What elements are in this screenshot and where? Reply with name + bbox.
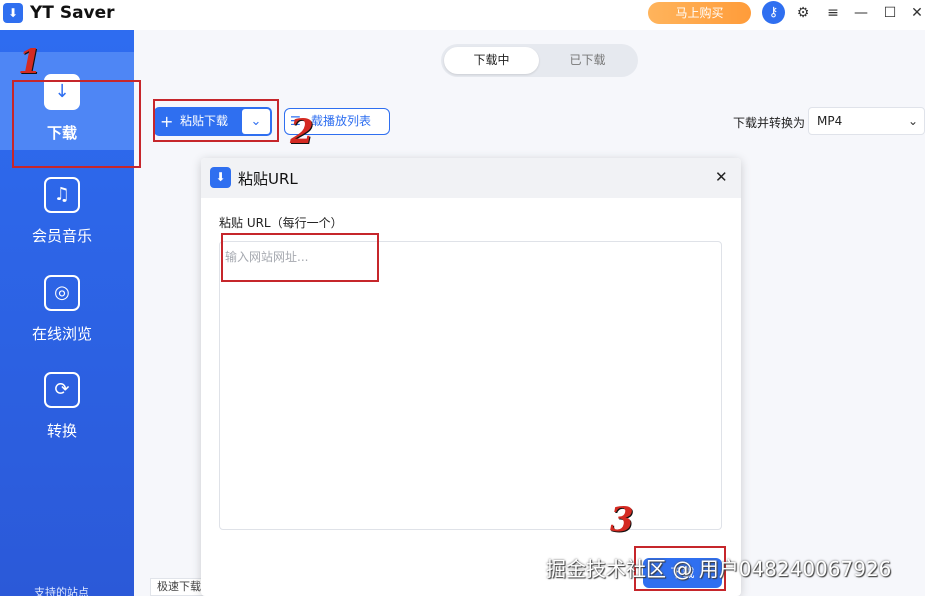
annotation-box <box>12 80 141 168</box>
close-icon[interactable]: ✕ <box>906 2 925 24</box>
url-field-label: 粘贴 URL（每行一个） <box>219 216 343 230</box>
url-input[interactable] <box>219 241 722 530</box>
annotation-box <box>153 99 279 142</box>
chevron-down-icon: ⌄ <box>907 114 918 128</box>
convert-icon: ⟳ <box>44 372 80 408</box>
format-select[interactable]: MP4 ⌄ <box>808 107 925 135</box>
app-logo-icon: ⬇ <box>3 3 23 23</box>
dialog-title: 粘贴URL <box>238 170 298 188</box>
sidebar-item-convert[interactable]: ⟳ 转换 <box>0 350 134 448</box>
download-icon: ⬇ <box>210 167 231 188</box>
buy-now-button[interactable]: 马上购买 <box>648 2 751 24</box>
tab-downloaded[interactable]: 已下载 <box>540 47 635 74</box>
title-bar: ⬇ YT Saver 马上购买 ⚷ ⚙ ≡ — ☐ ✕ <box>0 0 925 30</box>
minimize-icon[interactable]: — <box>850 2 872 24</box>
format-value: MP4 <box>817 114 843 128</box>
gear-icon[interactable]: ⚙ <box>792 2 814 24</box>
annotation-number: 2 <box>290 112 314 152</box>
supported-sites-link[interactable]: 支持的站点 <box>34 584 89 596</box>
globe-icon: ◎ <box>44 275 80 311</box>
maximize-icon[interactable]: ☐ <box>879 2 901 24</box>
tab-downloading[interactable]: 下载中 <box>444 47 539 74</box>
annotation-number: 3 <box>610 500 634 540</box>
close-icon[interactable]: ✕ <box>715 168 728 186</box>
sidebar-item-label: 会员音乐 <box>31 227 92 245</box>
dialog-header: ⬇ 粘贴URL ✕ <box>201 158 741 198</box>
paste-url-dialog: ⬇ 粘贴URL ✕ 粘贴 URL（每行一个） 下载 <box>201 158 741 596</box>
app-title: YT Saver <box>30 3 115 23</box>
annotation-box <box>221 233 379 282</box>
key-icon[interactable]: ⚷ <box>762 1 785 24</box>
menu-icon[interactable]: ≡ <box>822 2 844 24</box>
download-tabs: 下载中 已下载 <box>441 44 638 77</box>
annotation-number: 1 <box>18 42 42 82</box>
playlist-label: 载播放列表 <box>311 114 372 128</box>
music-icon: ♫ <box>44 177 80 213</box>
watermark: 掘金技术社区 @ 用户048240067926 <box>546 557 892 581</box>
sidebar-item-label: 转换 <box>46 422 77 440</box>
convert-format-label: 下载并转换为 <box>733 116 806 130</box>
sidebar-item-browse[interactable]: ◎ 在线浏览 <box>0 253 134 351</box>
sidebar-item-music[interactable]: ♫ 会员音乐 <box>0 155 134 253</box>
sidebar-item-label: 在线浏览 <box>31 325 92 343</box>
